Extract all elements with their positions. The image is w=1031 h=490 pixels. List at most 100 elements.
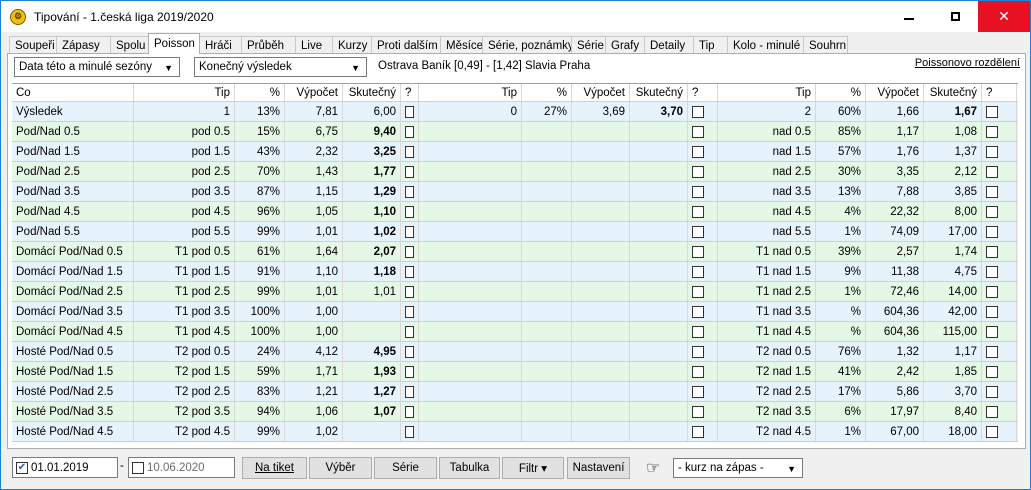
- row-checkbox[interactable]: [986, 405, 998, 418]
- row-checkbox[interactable]: [405, 165, 414, 178]
- row-checkbox[interactable]: [405, 325, 414, 338]
- row-checkbox[interactable]: [692, 385, 704, 398]
- col-pct[interactable]: %: [522, 84, 572, 101]
- table-row[interactable]: Domácí Pod/Nad 4.5 T1 pod 4.5 100% 1,00 T1 n…: [12, 322, 1018, 342]
- tab-průběh[interactable]: Průběh: [241, 36, 296, 54]
- row-checkbox[interactable]: [405, 365, 414, 378]
- row-checkbox[interactable]: [986, 165, 998, 178]
- table-row[interactable]: Pod/Nad 4.5 pod 4.5 96% 1,05 1,10 nad 4.5 4% 22…: [12, 202, 1018, 222]
- row-checkbox[interactable]: [692, 405, 704, 418]
- poisson-distribution-link[interactable]: Poissonovo rozdělení: [915, 57, 1020, 69]
- row-checkbox[interactable]: [986, 305, 998, 318]
- odds-select[interactable]: - kurz na zápas - ▼: [673, 458, 803, 478]
- table-row[interactable]: Pod/Nad 0.5 pod 0.5 15% 6,75 9,40 nad 0.5 85% 1…: [12, 122, 1018, 142]
- tab-tip[interactable]: Tip: [693, 36, 728, 54]
- row-checkbox[interactable]: [405, 265, 414, 278]
- row-checkbox[interactable]: [692, 185, 704, 198]
- tabulka-button[interactable]: Tabulka: [439, 457, 500, 479]
- row-checkbox[interactable]: [986, 285, 998, 298]
- tab-kurzy[interactable]: Kurzy: [332, 36, 372, 54]
- col-tip[interactable]: Tip: [419, 84, 522, 101]
- table-row[interactable]: Hosté Pod/Nad 3.5 T2 pod 3.5 94% 1,06 1,07 T2…: [12, 402, 1018, 422]
- row-checkbox[interactable]: [692, 285, 704, 298]
- col-actual[interactable]: Skutečný: [630, 84, 688, 101]
- maximize-button[interactable]: [932, 1, 978, 32]
- col-actual[interactable]: Skutečný: [924, 84, 982, 101]
- date-from-picker[interactable]: ✔ 01.01.2019: [12, 457, 118, 478]
- table-row[interactable]: Domácí Pod/Nad 1.5 T1 pod 1.5 91% 1,10 1,18 T…: [12, 262, 1018, 282]
- close-button[interactable]: ✕: [978, 1, 1030, 32]
- tab-detaily[interactable]: Detaily: [644, 36, 694, 54]
- tab-zápasy[interactable]: Zápasy: [56, 36, 111, 54]
- table-row[interactable]: Hosté Pod/Nad 0.5 T2 pod 0.5 24% 4,12 4,95 T2…: [12, 342, 1018, 362]
- col-calc[interactable]: Výpočet: [866, 84, 924, 101]
- row-checkbox[interactable]: [692, 245, 704, 258]
- serie-button[interactable]: Série: [374, 457, 437, 479]
- tab-kolo-minulé[interactable]: Kolo - minulé: [727, 36, 804, 54]
- col-pct[interactable]: %: [235, 84, 285, 101]
- row-checkbox[interactable]: [692, 165, 704, 178]
- row-checkbox[interactable]: [692, 365, 704, 378]
- row-checkbox[interactable]: [405, 205, 414, 218]
- col-pct[interactable]: %: [816, 84, 866, 101]
- row-checkbox[interactable]: [405, 125, 414, 138]
- row-checkbox[interactable]: [692, 145, 704, 158]
- row-checkbox[interactable]: [405, 405, 414, 418]
- row-checkbox[interactable]: [986, 105, 998, 118]
- table-row[interactable]: Pod/Nad 5.5 pod 5.5 99% 1,01 1,02 nad 5.5 1% 74…: [12, 222, 1018, 242]
- row-checkbox[interactable]: [692, 225, 704, 238]
- row-checkbox[interactable]: [692, 105, 704, 118]
- row-checkbox[interactable]: [405, 285, 414, 298]
- table-row[interactable]: Domácí Pod/Nad 3.5 T1 pod 3.5 100% 1,00 T1 n…: [12, 302, 1018, 322]
- row-checkbox[interactable]: [986, 325, 998, 338]
- filtr-button[interactable]: Filtr ▾: [502, 457, 564, 479]
- row-checkbox[interactable]: [986, 225, 998, 238]
- tab-grafy[interactable]: Grafy: [605, 36, 645, 54]
- row-checkbox[interactable]: [692, 265, 704, 278]
- row-checkbox[interactable]: [692, 345, 704, 358]
- table-row[interactable]: Hosté Pod/Nad 1.5 T2 pod 1.5 59% 1,71 1,93 T2…: [12, 362, 1018, 382]
- row-checkbox[interactable]: [986, 385, 998, 398]
- tab-soupeři[interactable]: Soupeři: [9, 36, 57, 54]
- row-checkbox[interactable]: [986, 125, 998, 138]
- col-q[interactable]: ?: [688, 84, 718, 101]
- nastaveni-button[interactable]: Nastavení: [567, 457, 630, 479]
- col-actual[interactable]: Skutečný: [343, 84, 401, 101]
- row-checkbox[interactable]: [986, 145, 998, 158]
- table-row[interactable]: Domácí Pod/Nad 2.5 T1 pod 2.5 99% 1,01 1,01 T…: [12, 282, 1018, 302]
- table-row[interactable]: Výsledek 1 13% 7,81 6,00 0 27% 3,69 3,70 2 60% 1,66…: [12, 102, 1018, 122]
- tab-série[interactable]: Série: [571, 36, 606, 54]
- na-tiket-button[interactable]: Na tiket: [242, 457, 307, 479]
- col-tip[interactable]: Tip: [718, 84, 816, 101]
- row-checkbox[interactable]: [405, 425, 414, 438]
- row-checkbox[interactable]: [405, 185, 414, 198]
- vyber-button[interactable]: Výběr: [309, 457, 372, 479]
- tab-měsíce[interactable]: Měsíce: [440, 36, 483, 54]
- col-co[interactable]: Co: [12, 84, 134, 101]
- result-type-select[interactable]: Konečný výsledek ▼: [194, 57, 367, 77]
- row-checkbox[interactable]: [405, 225, 414, 238]
- row-checkbox[interactable]: [405, 105, 414, 118]
- col-calc[interactable]: Výpočet: [285, 84, 343, 101]
- row-checkbox[interactable]: [405, 145, 414, 158]
- table-row[interactable]: Pod/Nad 2.5 pod 2.5 70% 1,43 1,77 nad 2.5 30% 3…: [12, 162, 1018, 182]
- tab-proti-dalším[interactable]: Proti dalším: [371, 36, 441, 54]
- row-checkbox[interactable]: [405, 245, 414, 258]
- row-checkbox[interactable]: [986, 425, 998, 438]
- col-q[interactable]: ?: [401, 84, 419, 101]
- row-checkbox[interactable]: [405, 345, 414, 358]
- table-row[interactable]: Pod/Nad 1.5 pod 1.5 43% 2,32 3,25 nad 1.5 57% 1…: [12, 142, 1018, 162]
- tab-spolu[interactable]: Spolu: [110, 36, 149, 54]
- col-q[interactable]: ?: [982, 84, 1017, 101]
- row-checkbox[interactable]: [986, 345, 998, 358]
- col-calc[interactable]: Výpočet: [572, 84, 630, 101]
- row-checkbox[interactable]: [986, 245, 998, 258]
- table-row[interactable]: Hosté Pod/Nad 2.5 T2 pod 2.5 83% 1,21 1,27 T2…: [12, 382, 1018, 402]
- row-checkbox[interactable]: [405, 305, 414, 318]
- row-checkbox[interactable]: [405, 385, 414, 398]
- row-checkbox[interactable]: [692, 425, 704, 438]
- tab-live[interactable]: Live: [295, 36, 333, 54]
- table-row[interactable]: Domácí Pod/Nad 0.5 T1 pod 0.5 61% 1,64 2,07 T…: [12, 242, 1018, 262]
- row-checkbox[interactable]: [692, 205, 704, 218]
- row-checkbox[interactable]: [986, 365, 998, 378]
